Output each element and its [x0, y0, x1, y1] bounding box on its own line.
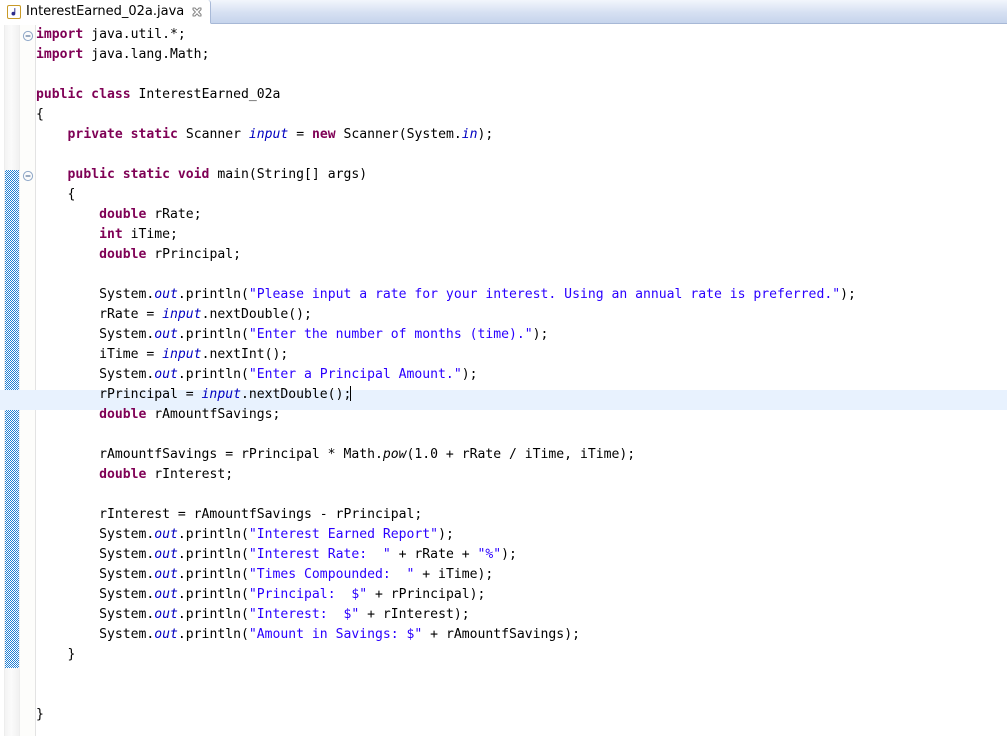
- code-line: double rAmountfSavings;: [99, 407, 281, 422]
- source-code[interactable]: import java.util.*; import java.lang.Math…: [36, 25, 856, 725]
- editor-tab-active[interactable]: InterestEarned_02a.java: [0, 0, 211, 24]
- code-line: public class InterestEarned_02a: [36, 87, 281, 102]
- code-line: {: [36, 187, 76, 202]
- code-line: double rPrincipal;: [99, 247, 241, 262]
- editor-gutter: [0, 25, 36, 736]
- code-editor[interactable]: import java.util.*; import java.lang.Math…: [0, 25, 1007, 736]
- code-line: System.out.println("Enter a Principal Am…: [36, 367, 478, 382]
- editor-tab-label: InterestEarned_02a.java: [26, 3, 185, 19]
- code-line: System.out.println("Interest Rate: " + r…: [36, 547, 517, 562]
- java-file-icon: [7, 4, 21, 19]
- code-text-area[interactable]: import java.util.*; import java.lang.Math…: [0, 25, 1007, 736]
- code-line: public static void main(String[] args): [67, 167, 368, 182]
- close-icon[interactable]: [191, 6, 203, 18]
- code-line: rInterest = rAmountfSavings - rPrincipal…: [36, 507, 423, 522]
- code-line: System.out.println("Times Compounded: " …: [36, 567, 494, 582]
- editor-tab-bar: InterestEarned_02a.java: [0, 0, 1007, 24]
- code-line: System.out.println("Amount in Savings: $…: [36, 627, 580, 642]
- code-line: private static Scanner input = new Scann…: [67, 127, 494, 142]
- change-bar: [5, 170, 19, 668]
- code-line: rRate = input.nextDouble();: [36, 307, 312, 322]
- code-line: System.out.println("Interest: $" + rInte…: [36, 607, 470, 622]
- text-cursor: [350, 386, 352, 401]
- code-line: rAmountfSavings = rPrincipal * Math.pow(…: [36, 447, 636, 462]
- code-line: System.out.println("Principal: $" + rPri…: [36, 587, 486, 602]
- fold-collapse-imports-icon[interactable]: [22, 30, 34, 42]
- fold-collapse-main-method-icon[interactable]: [22, 170, 34, 182]
- code-line: double rRate;: [99, 207, 202, 222]
- code-line: {: [36, 107, 44, 122]
- code-line: rPrincipal = input.nextDouble();: [36, 386, 352, 402]
- code-line: import java.lang.Math;: [36, 47, 210, 62]
- code-line: double rInterest;: [99, 467, 234, 482]
- folding-column[interactable]: [20, 25, 36, 736]
- code-line: System.out.println("Interest Earned Repo…: [36, 527, 454, 542]
- code-line: iTime = input.nextInt();: [36, 347, 289, 362]
- code-line: int iTime;: [99, 227, 178, 242]
- code-line: System.out.println("Please input a rate …: [36, 287, 856, 302]
- code-line: import java.util.*;: [36, 27, 186, 42]
- code-line: }: [36, 707, 44, 722]
- code-line: System.out.println("Enter the number of …: [36, 327, 549, 342]
- code-line: }: [36, 647, 76, 662]
